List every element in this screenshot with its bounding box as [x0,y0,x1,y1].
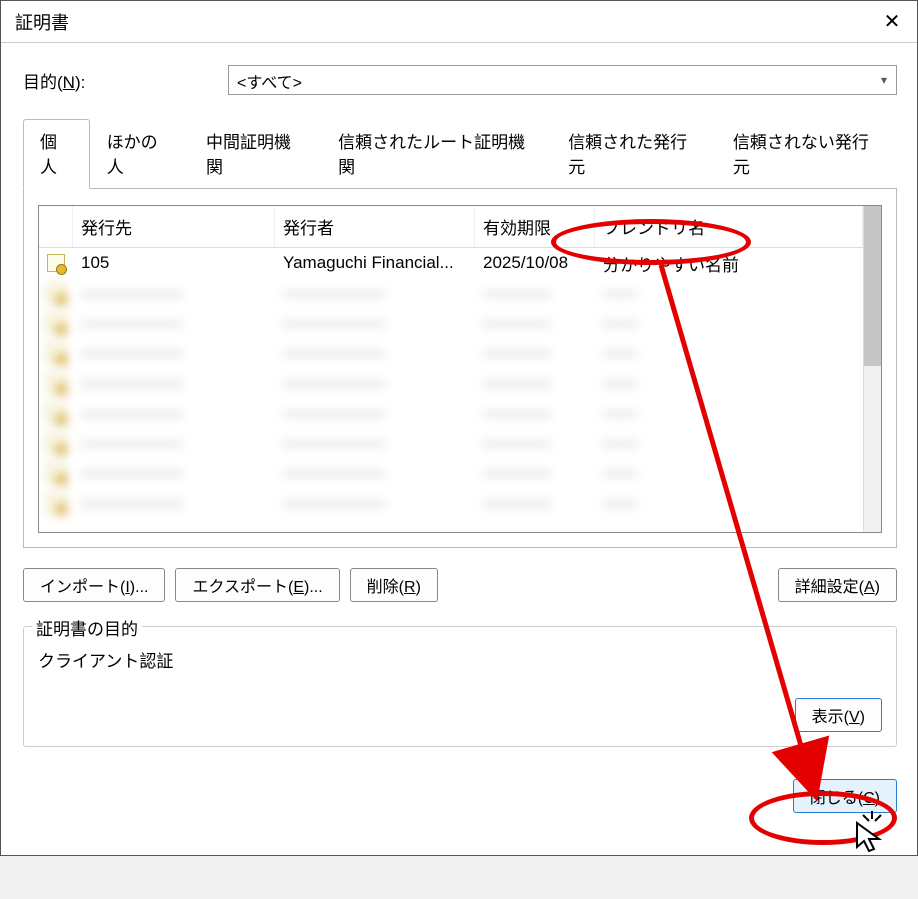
certificate-icon [47,464,65,482]
certificates-dialog: 証明書 ✕ 目的(N): <すべて> ▾ 個人 ほかの人 中間証明機関 信頼され… [0,0,918,856]
scroll-thumb[interactable] [864,206,881,366]
close-button[interactable]: 閉じる(C) [793,779,897,813]
col-issued-by[interactable]: 発行者 [275,206,475,247]
view-button[interactable]: 表示(V) [795,698,882,732]
certificate-icon [47,254,65,272]
purpose-box-title: 証明書の目的 [32,615,142,640]
tab-intermediate-ca[interactable]: 中間証明機関 [189,119,321,189]
table-row[interactable]: —————————————————— [39,368,863,398]
tab-personal[interactable]: 個人 [23,119,90,189]
tab-other-people[interactable]: ほかの人 [90,119,189,189]
certificate-icon [47,434,65,452]
list-header: 発行先 発行者 有効期限 フレンドリ名 [39,206,863,248]
import-button[interactable]: インポート(I)... [23,568,165,602]
window-close-button[interactable]: ✕ [867,1,917,43]
remove-button[interactable]: 削除(R) [350,568,438,602]
advanced-button[interactable]: 詳細設定(A) [778,568,897,602]
tab-panel: 発行先 発行者 有効期限 フレンドリ名 105 Yamaguchi Financ… [23,189,897,548]
certificate-icon [47,494,65,512]
export-button[interactable]: エクスポート(E)... [175,568,339,602]
certificate-purpose-group: 証明書の目的 クライアント認証 表示(V) [23,626,897,747]
tab-trusted-publishers[interactable]: 信頼された発行元 [551,119,716,189]
table-row[interactable]: —————————————————— [39,458,863,488]
purpose-select[interactable]: <すべて> [228,65,897,95]
table-row[interactable]: —————————————————— [39,308,863,338]
certificate-icon [47,284,65,302]
table-row[interactable]: —————————————————— [39,428,863,458]
tab-untrusted-publishers[interactable]: 信頼されない発行元 [716,119,897,189]
col-expires[interactable]: 有効期限 [475,206,595,247]
click-spark-icon [859,811,885,831]
col-friendly-name[interactable]: フレンドリ名 [595,206,863,247]
purpose-label: 目的(N): [23,68,228,93]
tab-trusted-root-ca[interactable]: 信頼されたルート証明機関 [321,119,551,189]
certificate-icon [47,404,65,422]
scrollbar[interactable] [863,206,881,532]
table-row[interactable]: —————————————————— [39,278,863,308]
table-row[interactable]: —————————————————— [39,488,863,518]
certificate-icon [47,344,65,362]
purpose-text: クライアント認証 [38,647,882,672]
tabs: 個人 ほかの人 中間証明機関 信頼されたルート証明機関 信頼された発行元 信頼さ… [23,119,897,189]
window-title: 証明書 [15,9,867,35]
table-row[interactable]: 105 Yamaguchi Financial... 2025/10/08 分か… [39,248,863,278]
certificate-icon [47,314,65,332]
cursor-icon [855,821,883,857]
certificate-list: 発行先 発行者 有効期限 フレンドリ名 105 Yamaguchi Financ… [38,205,882,533]
table-row[interactable]: —————————————————— [39,398,863,428]
certificate-icon [47,374,65,392]
col-issued-to[interactable]: 発行先 [73,206,275,247]
table-row[interactable]: —————————————————— [39,338,863,368]
titlebar: 証明書 ✕ [1,1,917,43]
